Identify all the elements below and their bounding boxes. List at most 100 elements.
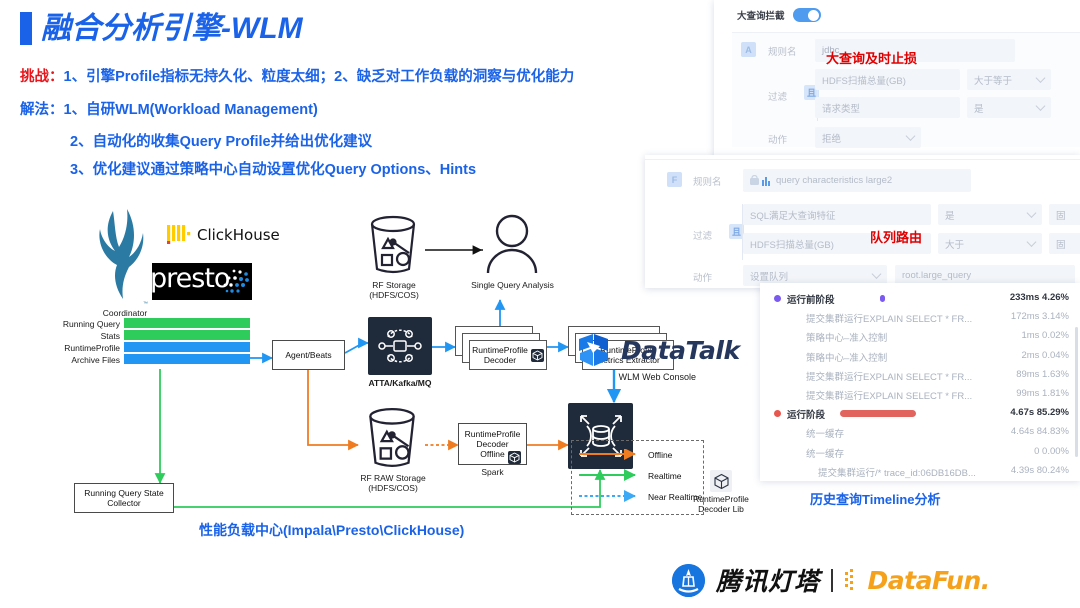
chevron-down-icon	[1035, 100, 1046, 111]
coordinator-label: Coordinator	[102, 308, 148, 318]
datatalk-mark	[579, 334, 608, 366]
timeline-row-value: 4.67s 85.29%	[1010, 407, 1069, 419]
datatalk-logo: DataTalk WLM Web Console	[575, 333, 740, 382]
filter-1-field-a[interactable]: HDFS扫描总量(GB)	[815, 69, 960, 90]
clickhouse-logo: ClickHouse	[167, 225, 280, 245]
filter-1-field-text-b: SQL满足大查询特征	[750, 210, 836, 222]
timeline-row[interactable]: 提交集群运行EXPLAIN SELECT * FR... 99ms 1.81%	[760, 385, 1080, 404]
timeline-row-value: 2ms 0.04%	[1021, 349, 1069, 361]
timeline-row[interactable]: 提交集群运行/* trace_id:06DB16DB... 4.39s 80.24…	[760, 462, 1080, 481]
timeline-stage-dot	[774, 410, 781, 418]
spark-label: Spark	[481, 467, 504, 477]
chevron-down-icon	[1035, 72, 1046, 83]
stats-label: Stats	[100, 331, 120, 341]
timeline-title: 历史查询Timeline分析	[810, 492, 941, 507]
clickhouse-label: ClickHouse	[197, 226, 280, 244]
archive-files-label: Archive Files	[71, 355, 120, 365]
datatalk-subtitle: WLM Web Console	[618, 372, 696, 382]
timeline-row-value: 99ms 1.81%	[1016, 388, 1069, 399]
timeline-row-name: 策略中心–准入控制	[806, 352, 888, 364]
atta-label: ATTA/Kafka/MQ	[368, 378, 432, 388]
timeline-row-name: 统一缓存	[806, 429, 845, 441]
legend-item-realtime: Realtime	[648, 471, 682, 481]
rule-name-label-a: 规则名	[768, 47, 797, 58]
action-value-a: 拒绝	[822, 133, 842, 145]
action-select-a[interactable]: 拒绝	[815, 127, 921, 148]
timeline-row-name: 提交集群运行/* trace_id:06DB16DB...	[818, 467, 976, 479]
timeline-row-name: 提交集群运行EXPLAIN SELECT * FR...	[806, 314, 973, 326]
timeline-row-value: 4.39s 80.24%	[1010, 464, 1069, 476]
timeline-row-value: 89ms 1.63%	[1016, 368, 1069, 380]
solution-line-1: 解法：1、自研WLM(Workload Management)	[20, 98, 318, 119]
filter-1-operator-b[interactable]: 是	[938, 204, 1042, 225]
filter-label-a: 过滤	[768, 92, 788, 103]
single-query-analysis-icon	[486, 214, 538, 274]
timeline-row[interactable]: 统一缓存 4.64s 84.83%	[760, 423, 1080, 442]
cube-icon	[530, 348, 544, 362]
timeline-row[interactable]: 运行阶段 4.67s 85.29%	[760, 404, 1080, 423]
timeline-row-value: 172ms 3.14%	[1010, 311, 1069, 323]
timeline-row[interactable]: 提交集群运行EXPLAIN SELECT * FR... 89ms 1.63%	[760, 366, 1080, 385]
filter-1-extra-b[interactable]: 固	[1049, 204, 1080, 225]
big-query-block-toggle[interactable]	[792, 8, 821, 22]
datafun-mark	[844, 569, 853, 590]
challenge-label: 挑战：	[20, 69, 64, 85]
rule-badge-a: A	[741, 42, 756, 57]
timeline-row-name: 策略中心–准入控制	[806, 333, 888, 345]
timeline-row[interactable]: 策略中心–准入控制 2ms 0.04%	[760, 347, 1080, 366]
legend-box: Offline Realtime Near Realtime	[571, 440, 704, 515]
filter-2-operator-a[interactable]: 是	[967, 97, 1051, 118]
timeline-stage-dot	[774, 295, 781, 302]
rule-badge-b: F	[667, 172, 682, 187]
big-query-block-label: 大查询拦截	[737, 11, 785, 22]
running-query-label: Running Query	[62, 319, 120, 329]
chevron-down-icon	[905, 130, 916, 141]
rule-panel-b: F 规则名 query characteristics large2 过滤 且 …	[645, 155, 1080, 288]
solution-label: 解法：	[20, 102, 64, 118]
action-label-b: 动作	[693, 273, 713, 284]
timeline-row-name: 运行前阶段	[787, 295, 835, 306]
tencent-beacon-logo	[672, 563, 705, 597]
solution-line-2: 2、自动化的收集Query Profile并给出优化建议	[70, 134, 373, 150]
legend-item-offline: Offline	[648, 450, 673, 460]
filter-2-extra-b[interactable]: 固	[1049, 233, 1080, 254]
timeline-bar	[840, 410, 916, 418]
collector-label: Running Query State Collector	[84, 487, 164, 508]
decoder-box-label: RuntimeProfile Decoder	[472, 344, 528, 365]
timeline-row-name: 提交集群运行EXPLAIN SELECT * FR...	[806, 371, 973, 383]
timeline-row-name: 统一缓存	[806, 448, 845, 460]
datatalk-wordmark: DataTalk	[621, 336, 740, 365]
timeline-row[interactable]: 运行前阶段 233ms 4.26%	[760, 289, 1080, 308]
filter-1-operator-a[interactable]: 大于等于	[967, 69, 1051, 90]
timeline-row[interactable]: 策略中心–准入控制 1ms 0.02%	[760, 327, 1080, 346]
rf-raw-storage-icon	[369, 407, 415, 467]
title-accent-bar	[20, 12, 32, 45]
filter-2-field-a[interactable]: 请求类型	[815, 97, 960, 118]
timeline-row[interactable]: 统一缓存 0 0.00%	[760, 443, 1080, 462]
filter-1-field-b[interactable]: SQL满足大查询特征	[743, 204, 931, 225]
agent-beats-box: Agent/Beats	[272, 340, 345, 370]
timeline-scrollbar[interactable]	[1075, 327, 1078, 457]
page-title: 融合分析引擎-WLM	[20, 12, 303, 45]
challenge-line: 挑战：1、引擎Profile指标无持久化、粒度太细；2、缺乏对工作负载的洞察与优…	[20, 65, 574, 86]
running-query-state-collector-box: Running Query State Collector	[74, 483, 174, 513]
rf-storage-icon	[370, 215, 416, 274]
rule-name-value-b: query characteristics large2	[776, 175, 893, 186]
rule-card-b: F 规则名 query characteristics large2 过滤 且 …	[645, 159, 1080, 286]
challenge-text: 1、引擎Profile指标无持久化、粒度太细；2、缺乏对工作负载的洞察与优化能力	[63, 69, 575, 85]
timeline-row-name: 运行阶段	[787, 410, 826, 422]
impala-logo: ™	[99, 209, 148, 307]
query-timeline-panel: 运行前阶段 233ms 4.26% 提交集群运行EXPLAIN SELECT * F…	[760, 283, 1080, 481]
big-query-block-header: 大查询拦截	[737, 8, 821, 22]
rf-raw-storage-label: RF RAW Storage (HDFS/COS)	[360, 473, 426, 494]
footer-divider	[831, 568, 833, 592]
rule-name-input-b[interactable]: query characteristics large2	[743, 169, 971, 192]
chevron-down-icon	[1026, 236, 1037, 247]
svg-text:™: ™	[143, 301, 148, 307]
filter-2-operator-b[interactable]: 大于	[938, 233, 1042, 254]
action-label-a: 动作	[768, 135, 788, 146]
rf-storage-label: RF Storage (HDFS/COS)	[369, 280, 419, 301]
annotation-big-query: 大查询及时止损	[826, 51, 918, 66]
timeline-row[interactable]: 提交集群运行EXPLAIN SELECT * FR... 172ms 3.14%	[760, 308, 1080, 327]
timeline-row-value: 4.64s 84.83%	[1010, 426, 1069, 438]
